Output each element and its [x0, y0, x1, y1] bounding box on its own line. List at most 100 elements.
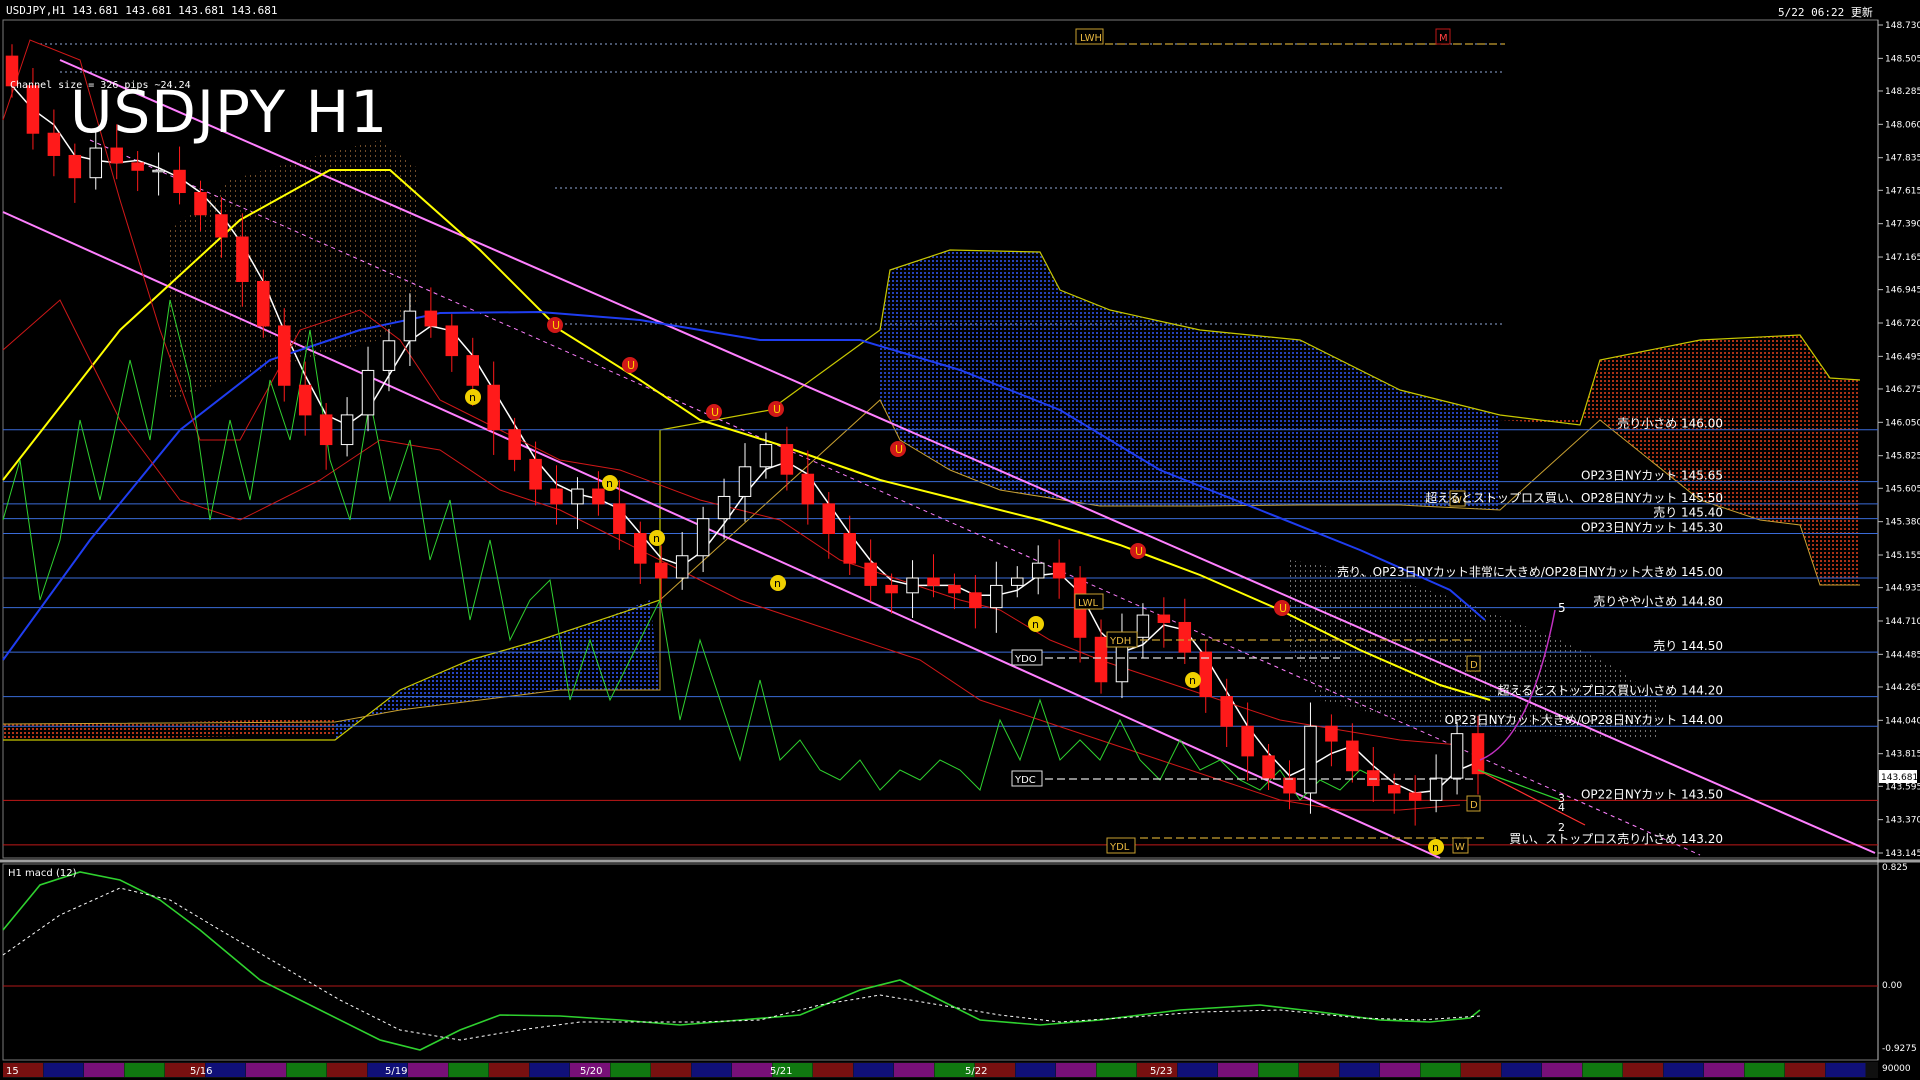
session-block [489, 1063, 529, 1077]
level-label: OP23日NYカット 145.65 [1581, 469, 1723, 483]
candle-body [466, 355, 480, 386]
session-block [1420, 1063, 1461, 1077]
candle-body [424, 310, 438, 327]
candle-body [759, 444, 773, 468]
buy-arrow-glyph: n [469, 391, 476, 404]
price-tick-label: 144.935 [1885, 584, 1920, 594]
candle-body [445, 325, 459, 357]
candle-body [1346, 740, 1359, 772]
candle-body [173, 169, 186, 194]
price-tick-label: 147.390 [1885, 220, 1920, 230]
candle-body [1367, 770, 1380, 787]
candle-body [1429, 777, 1443, 801]
sell-arrow-glyph: U [773, 403, 781, 416]
level-label: OP23日NYカット 145.30 [1581, 521, 1723, 535]
candle-body [1241, 725, 1254, 757]
candle-body [1220, 696, 1233, 727]
candle-body [1157, 614, 1171, 623]
candle-body [822, 503, 836, 535]
candle-body [654, 562, 668, 579]
session-block [732, 1063, 772, 1077]
candle-body [89, 147, 103, 179]
candle-body [927, 577, 940, 586]
level-label: OP23日NYカット大きめ/OP28日NYカット 144.00 [1445, 713, 1723, 727]
kumo-bear-right [1500, 335, 1860, 585]
session-block [1663, 1063, 1704, 1077]
lwl-tag: LWL [1078, 598, 1099, 609]
candle-body [403, 310, 417, 342]
ydh-tag: YDH [1109, 636, 1131, 647]
candle-body [1178, 621, 1192, 653]
projection-bear [1477, 769, 1586, 826]
session-block [246, 1063, 286, 1077]
buy-arrow-glyph: n [653, 532, 660, 545]
candle-body [864, 562, 877, 586]
session-block [1339, 1063, 1380, 1077]
session-block [1623, 1063, 1663, 1077]
candle-body [152, 169, 165, 173]
candle-body [215, 214, 228, 238]
buy-arrow-glyph: n [1032, 618, 1039, 631]
price-tick-label: 146.050 [1885, 418, 1920, 428]
candle-body [194, 192, 207, 216]
session-block [651, 1063, 691, 1077]
candle-body [340, 414, 354, 446]
candle-body [990, 584, 1003, 609]
level-label: 売り 144.50 [1653, 638, 1723, 653]
date-label: 5/21 [770, 1066, 792, 1077]
session-block [124, 1063, 165, 1077]
sell-arrow-glyph: U [627, 359, 635, 372]
price-tick-label: 144.040 [1885, 716, 1920, 726]
candle-body [26, 85, 40, 134]
level-label: 売り 145.40 [1653, 505, 1723, 520]
price-tick-label: 148.285 [1885, 87, 1920, 97]
chart-window: USDJPY,H1 143.681 143.681 143.681 143.68… [0, 0, 1920, 1080]
candle-body [298, 384, 312, 416]
date-label: 5/16 [190, 1066, 212, 1077]
candle-body [361, 369, 375, 416]
price-tick-label: 148.505 [1885, 54, 1920, 64]
candle-body [529, 458, 542, 490]
level-label: 超えるとストップロス買い、OP28日NYカット 145.50 [1425, 490, 1723, 505]
ydo-tag: YDO [1014, 654, 1037, 665]
session-block [1015, 1063, 1056, 1077]
candle-body [1262, 755, 1275, 779]
candle-body [1010, 577, 1024, 586]
candle-body [780, 444, 794, 475]
date-label: 5/22 [965, 1066, 987, 1077]
session-block [529, 1063, 570, 1077]
session-block [1542, 1063, 1582, 1077]
buy-arrow-glyph: n [774, 577, 781, 590]
m-tag: M [1439, 33, 1448, 44]
session-block [1825, 1063, 1866, 1077]
candle-body [948, 584, 961, 594]
session-block [1218, 1063, 1258, 1077]
price-tick-label: 147.165 [1885, 253, 1920, 263]
candle-body [717, 495, 731, 520]
candle-body [1136, 614, 1150, 638]
candle-body [1325, 725, 1338, 742]
session-block [43, 1063, 84, 1077]
candle-body [1387, 785, 1401, 794]
macd-indicator [2, 871, 1878, 1051]
session-block [691, 1063, 732, 1077]
chart-title: USDJPY H1 [70, 78, 389, 146]
session-block [1582, 1063, 1623, 1077]
candle-body [1094, 636, 1108, 683]
macd-tick-bottom: -0.9275 [1882, 1044, 1917, 1054]
sell-arrow-glyph: U [1135, 545, 1143, 558]
price-tick-label: 143.595 [1885, 782, 1920, 792]
session-block [84, 1063, 124, 1077]
session-block [286, 1063, 327, 1077]
session-block [327, 1063, 367, 1077]
macd-line [2, 871, 1481, 1051]
macd-signal-line [2, 887, 1481, 1041]
macd-tick-top: 0.825 [1882, 863, 1908, 873]
candle-body [906, 577, 919, 594]
candle-body [1031, 562, 1045, 579]
main-chart[interactable]: LWH M U U U U U U Un n n n n n n YDH YDO YDC YDL LWL… [0, 0, 1920, 1080]
buy-arrow-glyph: n [1189, 674, 1196, 687]
macd-panel-frame [2, 863, 1879, 1061]
level-label: 売り、OP23日NYカット非常に大きめ/OP28日NYカット大きめ 145.00 [1337, 564, 1723, 579]
price-tick-label: 146.275 [1885, 385, 1920, 395]
